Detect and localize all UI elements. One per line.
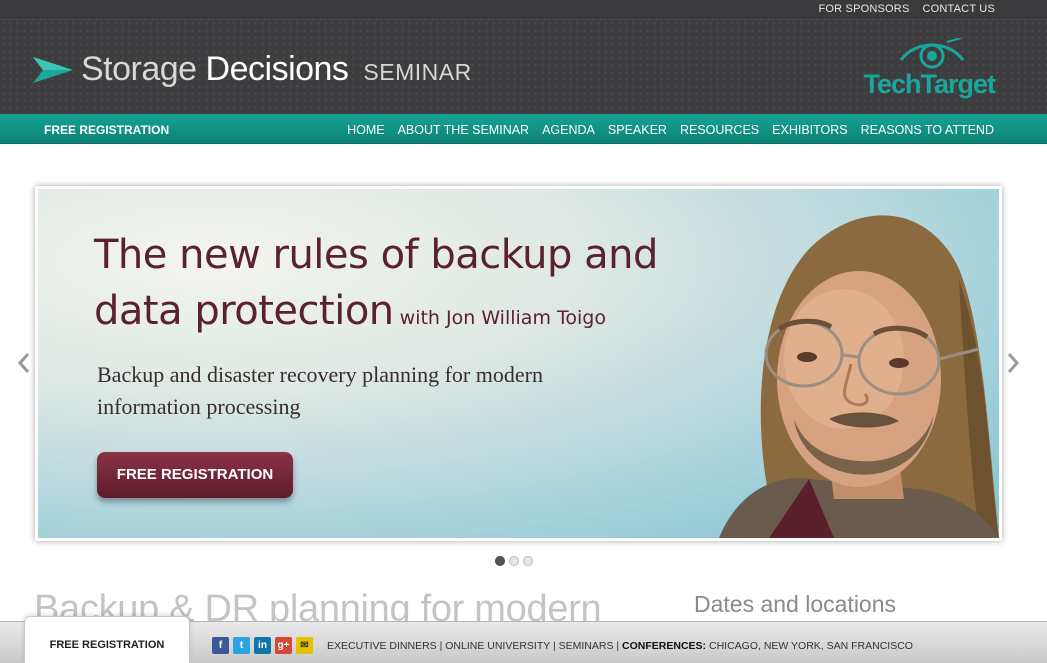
logo-word-decisions: Decisions xyxy=(205,50,349,88)
social-links: f t in g+ ✉ xyxy=(212,637,313,654)
logo-text: Storage Decisions SEMINAR xyxy=(81,50,472,89)
nav-free-registration-link[interactable]: FREE REGISTRATION xyxy=(44,123,169,137)
slider-next-arrow-icon[interactable] xyxy=(1006,351,1020,375)
contact-us-link[interactable]: CONTACT US xyxy=(923,3,996,15)
slide-title-line1: The new rules of backup and xyxy=(94,232,658,278)
dates-locations-heading: Dates and locations xyxy=(694,591,897,617)
slide-speaker-credit: with Jon William Toigo xyxy=(399,307,606,329)
slide-subtitle: Backup and disaster recovery planning fo… xyxy=(97,362,543,419)
techtarget-wordmark: TechTarget xyxy=(863,69,996,99)
email-icon[interactable]: ✉ xyxy=(296,637,313,654)
storage-decisions-logo[interactable]: Storage Decisions SEMINAR xyxy=(33,50,472,89)
bottom-links: EXECUTIVE DINNERS | ONLINE UNIVERSITY | … xyxy=(327,640,913,652)
conferences-list[interactable]: CHICAGO, NEW YORK, SAN FRANCISCO xyxy=(706,640,913,652)
conferences-label: CONFERENCES: xyxy=(622,640,707,652)
logo-word-storage: Storage xyxy=(81,50,197,88)
bottom-links-plain[interactable]: EXECUTIVE DINNERS | ONLINE UNIVERSITY | … xyxy=(327,640,622,652)
hero-slider: The new rules of backup and data protect… xyxy=(35,186,1002,541)
arrow-logo-icon xyxy=(33,56,73,83)
twitter-icon[interactable]: t xyxy=(233,637,250,654)
site-header: Storage Decisions SEMINAR TechTarget xyxy=(0,20,1047,114)
bottom-free-registration-tab[interactable]: FREE REGISTRATION xyxy=(24,616,190,663)
logo-word-seminar: SEMINAR xyxy=(363,59,472,85)
hero-free-registration-button[interactable]: FREE REGISTRATION xyxy=(97,452,293,498)
linkedin-icon[interactable]: in xyxy=(254,637,271,654)
main-nav: FREE REGISTRATION HOME ABOUT THE SEMINAR… xyxy=(0,114,1047,144)
nav-item-agenda[interactable]: AGENDA xyxy=(542,123,595,137)
nav-item-home[interactable]: HOME xyxy=(347,123,385,137)
slide-title-line2: data protection xyxy=(94,288,394,334)
nav-item-reasons[interactable]: REASONS TO ATTEND xyxy=(861,123,994,137)
top-utility-bar: FOR SPONSORS CONTACT US xyxy=(0,0,1047,20)
utility-links: FOR SPONSORS CONTACT US xyxy=(818,3,995,15)
slider-dot-2[interactable] xyxy=(509,556,519,566)
nav-item-about[interactable]: ABOUT THE SEMINAR xyxy=(398,123,530,137)
techtarget-logo[interactable]: TechTarget xyxy=(863,38,996,100)
googleplus-icon[interactable]: g+ xyxy=(275,637,292,654)
slide-title: The new rules of backup and data protect… xyxy=(94,227,714,346)
nav-item-resources[interactable]: RESOURCES xyxy=(680,123,759,137)
nav-item-exhibitors[interactable]: EXHIBITORS xyxy=(772,123,847,137)
slider-dot-3[interactable] xyxy=(523,556,533,566)
slider-prev-arrow-icon[interactable] xyxy=(17,351,31,375)
for-sponsors-link[interactable]: FOR SPONSORS xyxy=(818,3,909,15)
hero-slide: The new rules of backup and data protect… xyxy=(38,189,999,538)
speaker-photo xyxy=(719,215,999,538)
nav-item-speaker[interactable]: SPEAKER xyxy=(608,123,667,137)
slider-dot-1[interactable] xyxy=(495,556,505,566)
nav-menu: HOME ABOUT THE SEMINAR AGENDA SPEAKER RE… xyxy=(347,123,994,137)
slider-pagination xyxy=(495,556,533,566)
facebook-icon[interactable]: f xyxy=(212,637,229,654)
